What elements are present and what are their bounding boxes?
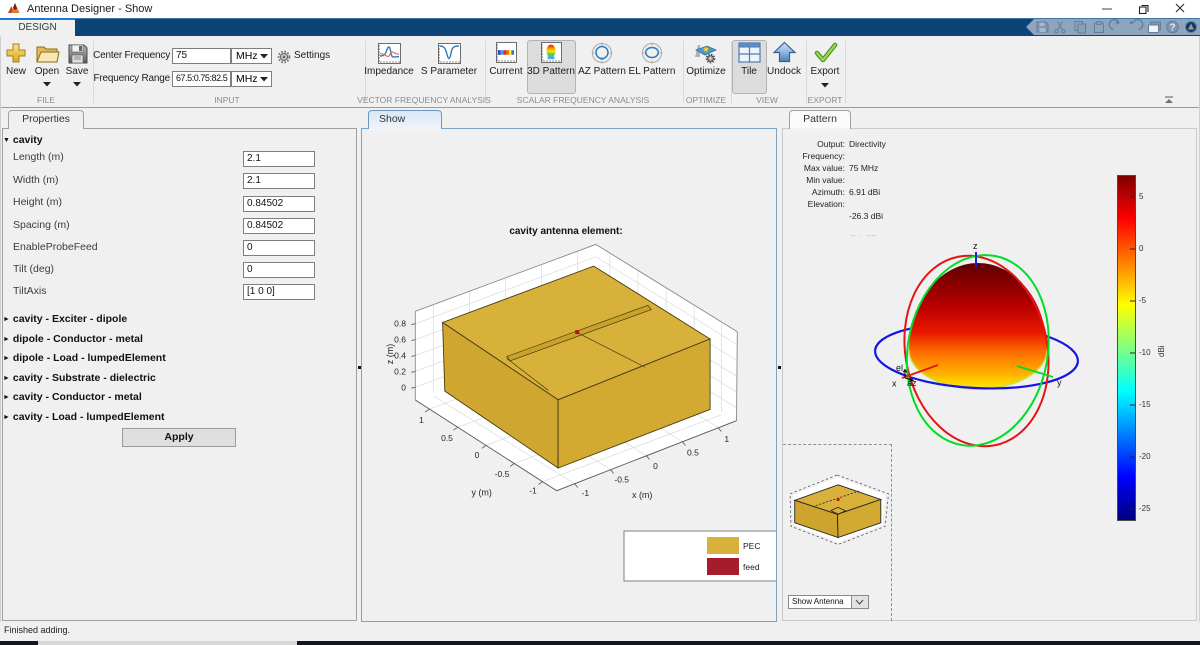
svg-text:cavity antenna element:: cavity antenna element: <box>509 226 622 237</box>
svg-text:feed: feed <box>743 562 760 572</box>
svg-text:az: az <box>907 378 917 388</box>
svg-text:0.8: 0.8 <box>394 319 406 329</box>
svg-text:-1: -1 <box>582 488 590 498</box>
svg-text:z: z <box>973 241 978 251</box>
svg-text:0.6: 0.6 <box>394 335 406 345</box>
svg-text:0: 0 <box>475 450 480 460</box>
svg-text:-1: -1 <box>529 486 537 496</box>
svg-text:x (m): x (m) <box>632 490 653 500</box>
svg-text:0: 0 <box>401 382 406 392</box>
svg-text:y: y <box>1057 378 1062 388</box>
svg-text:1: 1 <box>419 415 424 425</box>
svg-text:0.5: 0.5 <box>441 433 453 443</box>
svg-text:0: 0 <box>653 461 658 471</box>
svg-text:z (m): z (m) <box>385 344 395 365</box>
svg-text:-0.5: -0.5 <box>614 475 629 485</box>
svg-text:el: el <box>896 363 903 373</box>
svg-text:x: x <box>892 379 897 389</box>
svg-text:PEC: PEC <box>743 541 760 551</box>
svg-text:0.4: 0.4 <box>394 351 406 361</box>
svg-text:0.5: 0.5 <box>687 448 699 458</box>
svg-text:0.2: 0.2 <box>394 366 406 376</box>
svg-text:1: 1 <box>724 434 729 444</box>
svg-text:?: ? <box>1169 23 1175 34</box>
svg-text:y (m): y (m) <box>471 488 492 498</box>
svg-text:-0.5: -0.5 <box>495 469 510 479</box>
